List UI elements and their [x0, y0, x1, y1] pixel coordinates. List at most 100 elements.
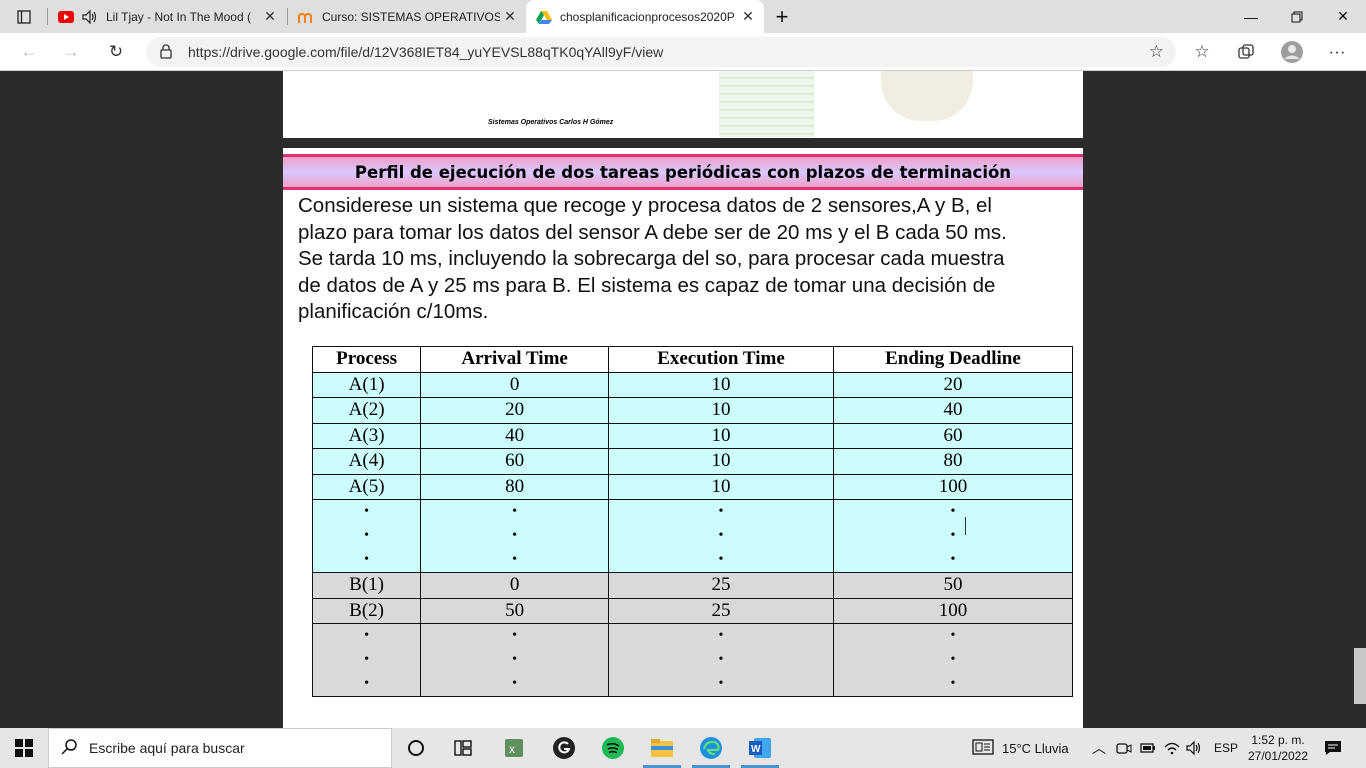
document-page: Sistemas Operativos Carlos H Gómez [283, 71, 1083, 138]
excel-app-icon[interactable]: x [500, 734, 528, 762]
wifi-icon[interactable] [1164, 728, 1180, 768]
table-row: A(4) 60 10 80 [311, 448, 1074, 475]
cortana-icon[interactable] [402, 734, 430, 762]
text-line: Se tarda 10 ms, incluyendo la sobrecarga… [298, 247, 1005, 270]
text-cursor-icon [965, 517, 966, 535]
table-cell: 10 [608, 397, 834, 424]
ellipsis-cell: • • • [608, 499, 834, 573]
spotify-icon[interactable] [599, 734, 627, 762]
edge-browser-icon[interactable] [697, 734, 725, 762]
scrollbar-thumb[interactable] [1354, 648, 1366, 704]
favorites-icon[interactable]: ☆ [1187, 37, 1217, 67]
table-cell: 40 [420, 422, 610, 449]
table-cell: A(1) [311, 371, 422, 398]
text-line: Considerese un sistema que recoge y proc… [298, 194, 992, 217]
table-cell: 80 [420, 473, 610, 500]
table-cell: 20 [832, 371, 1074, 398]
table-row: A(1) 0 10 20 [311, 371, 1074, 398]
table-row: B(1) 0 25 50 [311, 572, 1074, 599]
back-button[interactable]: ← [14, 37, 44, 67]
collections-icon[interactable] [1231, 37, 1261, 67]
tab-actions-icon[interactable] [0, 0, 48, 33]
word-app-icon[interactable]: W [746, 734, 774, 762]
chevron-up-icon[interactable]: ︿ [1092, 728, 1106, 768]
add-favorite-icon[interactable]: ☆ [1149, 42, 1164, 62]
language-indicator[interactable]: ESP [1214, 728, 1238, 768]
table-cell: 25 [608, 597, 834, 624]
clock-date: 27/01/2022 [1247, 749, 1309, 763]
table-cell: A(4) [311, 448, 422, 475]
table-cell: 100 [832, 473, 1074, 500]
youtube-icon [58, 9, 74, 25]
file-explorer-icon[interactable] [648, 734, 676, 762]
tab-title: Curso: SISTEMAS OPERATIVOS (r [322, 9, 500, 24]
table-row: B(2) 50 25 100 [311, 597, 1074, 624]
slide-body-text: Considerese un sistema que recoge y proc… [298, 193, 1078, 326]
table-row: A(3) 40 10 60 [311, 422, 1074, 449]
profile-avatar-icon[interactable] [1277, 37, 1307, 67]
meet-now-icon[interactable] [1116, 728, 1132, 768]
document-page: Perfil de ejecución de dos tareas periód… [283, 148, 1083, 728]
search-placeholder: Escribe aquí para buscar [89, 740, 245, 756]
speaker-icon[interactable] [82, 9, 98, 25]
lock-icon[interactable] [160, 44, 172, 64]
address-bar[interactable]: https://drive.google.com/file/d/12V368IE… [146, 37, 1176, 67]
close-tab-icon[interactable]: ✕ [738, 8, 758, 25]
refresh-button[interactable]: ↻ [101, 37, 131, 67]
ellipsis-cell: • • • [311, 623, 422, 697]
minimize-button[interactable]: — [1228, 0, 1274, 33]
ellipsis-row: • • • • • • • • • • • • [311, 623, 1074, 697]
notifications-icon[interactable] [1324, 728, 1342, 768]
forward-button[interactable]: → [56, 37, 86, 67]
pdf-viewer[interactable]: Sistemas Operativos Carlos H Gómez Perfi… [0, 71, 1366, 728]
table-header-row: Process Arrival Time Execution Time Endi… [311, 346, 1074, 373]
page-footer: Sistemas Operativos Carlos H Gómez [488, 119, 614, 126]
windows-start-icon[interactable] [10, 734, 38, 762]
table-cell: 40 [832, 397, 1074, 424]
ellipsis-cell: • • • [608, 623, 834, 697]
url-text: https://drive.google.com/file/d/12V368IE… [188, 44, 664, 60]
table-cell: 0 [420, 371, 610, 398]
volume-icon[interactable] [1186, 728, 1204, 768]
task-view-icon[interactable] [449, 734, 477, 762]
close-tab-icon[interactable]: ✕ [500, 8, 520, 25]
table-cell: 50 [420, 597, 610, 624]
search-icon [61, 738, 77, 758]
close-tab-icon[interactable]: ✕ [260, 8, 280, 25]
thumbnail-image [719, 71, 814, 137]
column-header: Process [311, 346, 422, 373]
table-cell: 10 [608, 371, 834, 398]
table-cell: B(2) [311, 597, 422, 624]
taskbar-search[interactable]: Escribe aquí para buscar [48, 728, 392, 768]
close-window-button[interactable]: ✕ [1320, 0, 1366, 33]
google-drive-icon [536, 9, 552, 25]
ellipsis-cell: • • • [311, 499, 422, 573]
ellipsis-row: • • • • • • • • • • • • [311, 499, 1074, 573]
table-cell: B(1) [311, 572, 422, 599]
restore-button[interactable] [1274, 0, 1320, 33]
table-cell: A(2) [311, 397, 422, 424]
text-line: de datos de A y 25 ms para B. El sistema… [298, 273, 996, 297]
tux-logo-image [881, 71, 973, 121]
more-menu-icon[interactable]: ··· [1322, 37, 1352, 67]
ellipsis-cell: • • • [420, 623, 610, 697]
table-cell: 10 [608, 422, 834, 449]
svg-text:W: W [751, 744, 761, 755]
weather-text: 15°C Lluvia [1002, 740, 1069, 756]
battery-icon[interactable] [1140, 728, 1156, 768]
table-cell: A(5) [311, 473, 422, 500]
github-desktop-icon[interactable] [550, 734, 578, 762]
tab-youtube[interactable]: Lil Tjay - Not In The Mood ( ✕ [48, 0, 286, 33]
clock[interactable]: 1:52 p. m. 27/01/2022 [1248, 728, 1308, 768]
column-header: Execution Time [608, 346, 834, 373]
weather-icon [972, 738, 994, 758]
table-cell: 10 [608, 473, 834, 500]
tab-google-drive[interactable]: chosplanificacionprocesos2020P ✕ [526, 0, 764, 33]
tab-moodle[interactable]: Curso: SISTEMAS OPERATIVOS (r ✕ [288, 0, 526, 33]
table-cell: A(3) [311, 422, 422, 449]
weather-widget[interactable]: 15°C Lluvia [972, 728, 1069, 768]
ellipsis-cell: • • • [420, 499, 610, 573]
slide-title: Perfil de ejecución de dos tareas periód… [283, 154, 1083, 190]
ellipsis-cell: • • • [832, 623, 1074, 697]
new-tab-button[interactable]: + [764, 0, 800, 33]
